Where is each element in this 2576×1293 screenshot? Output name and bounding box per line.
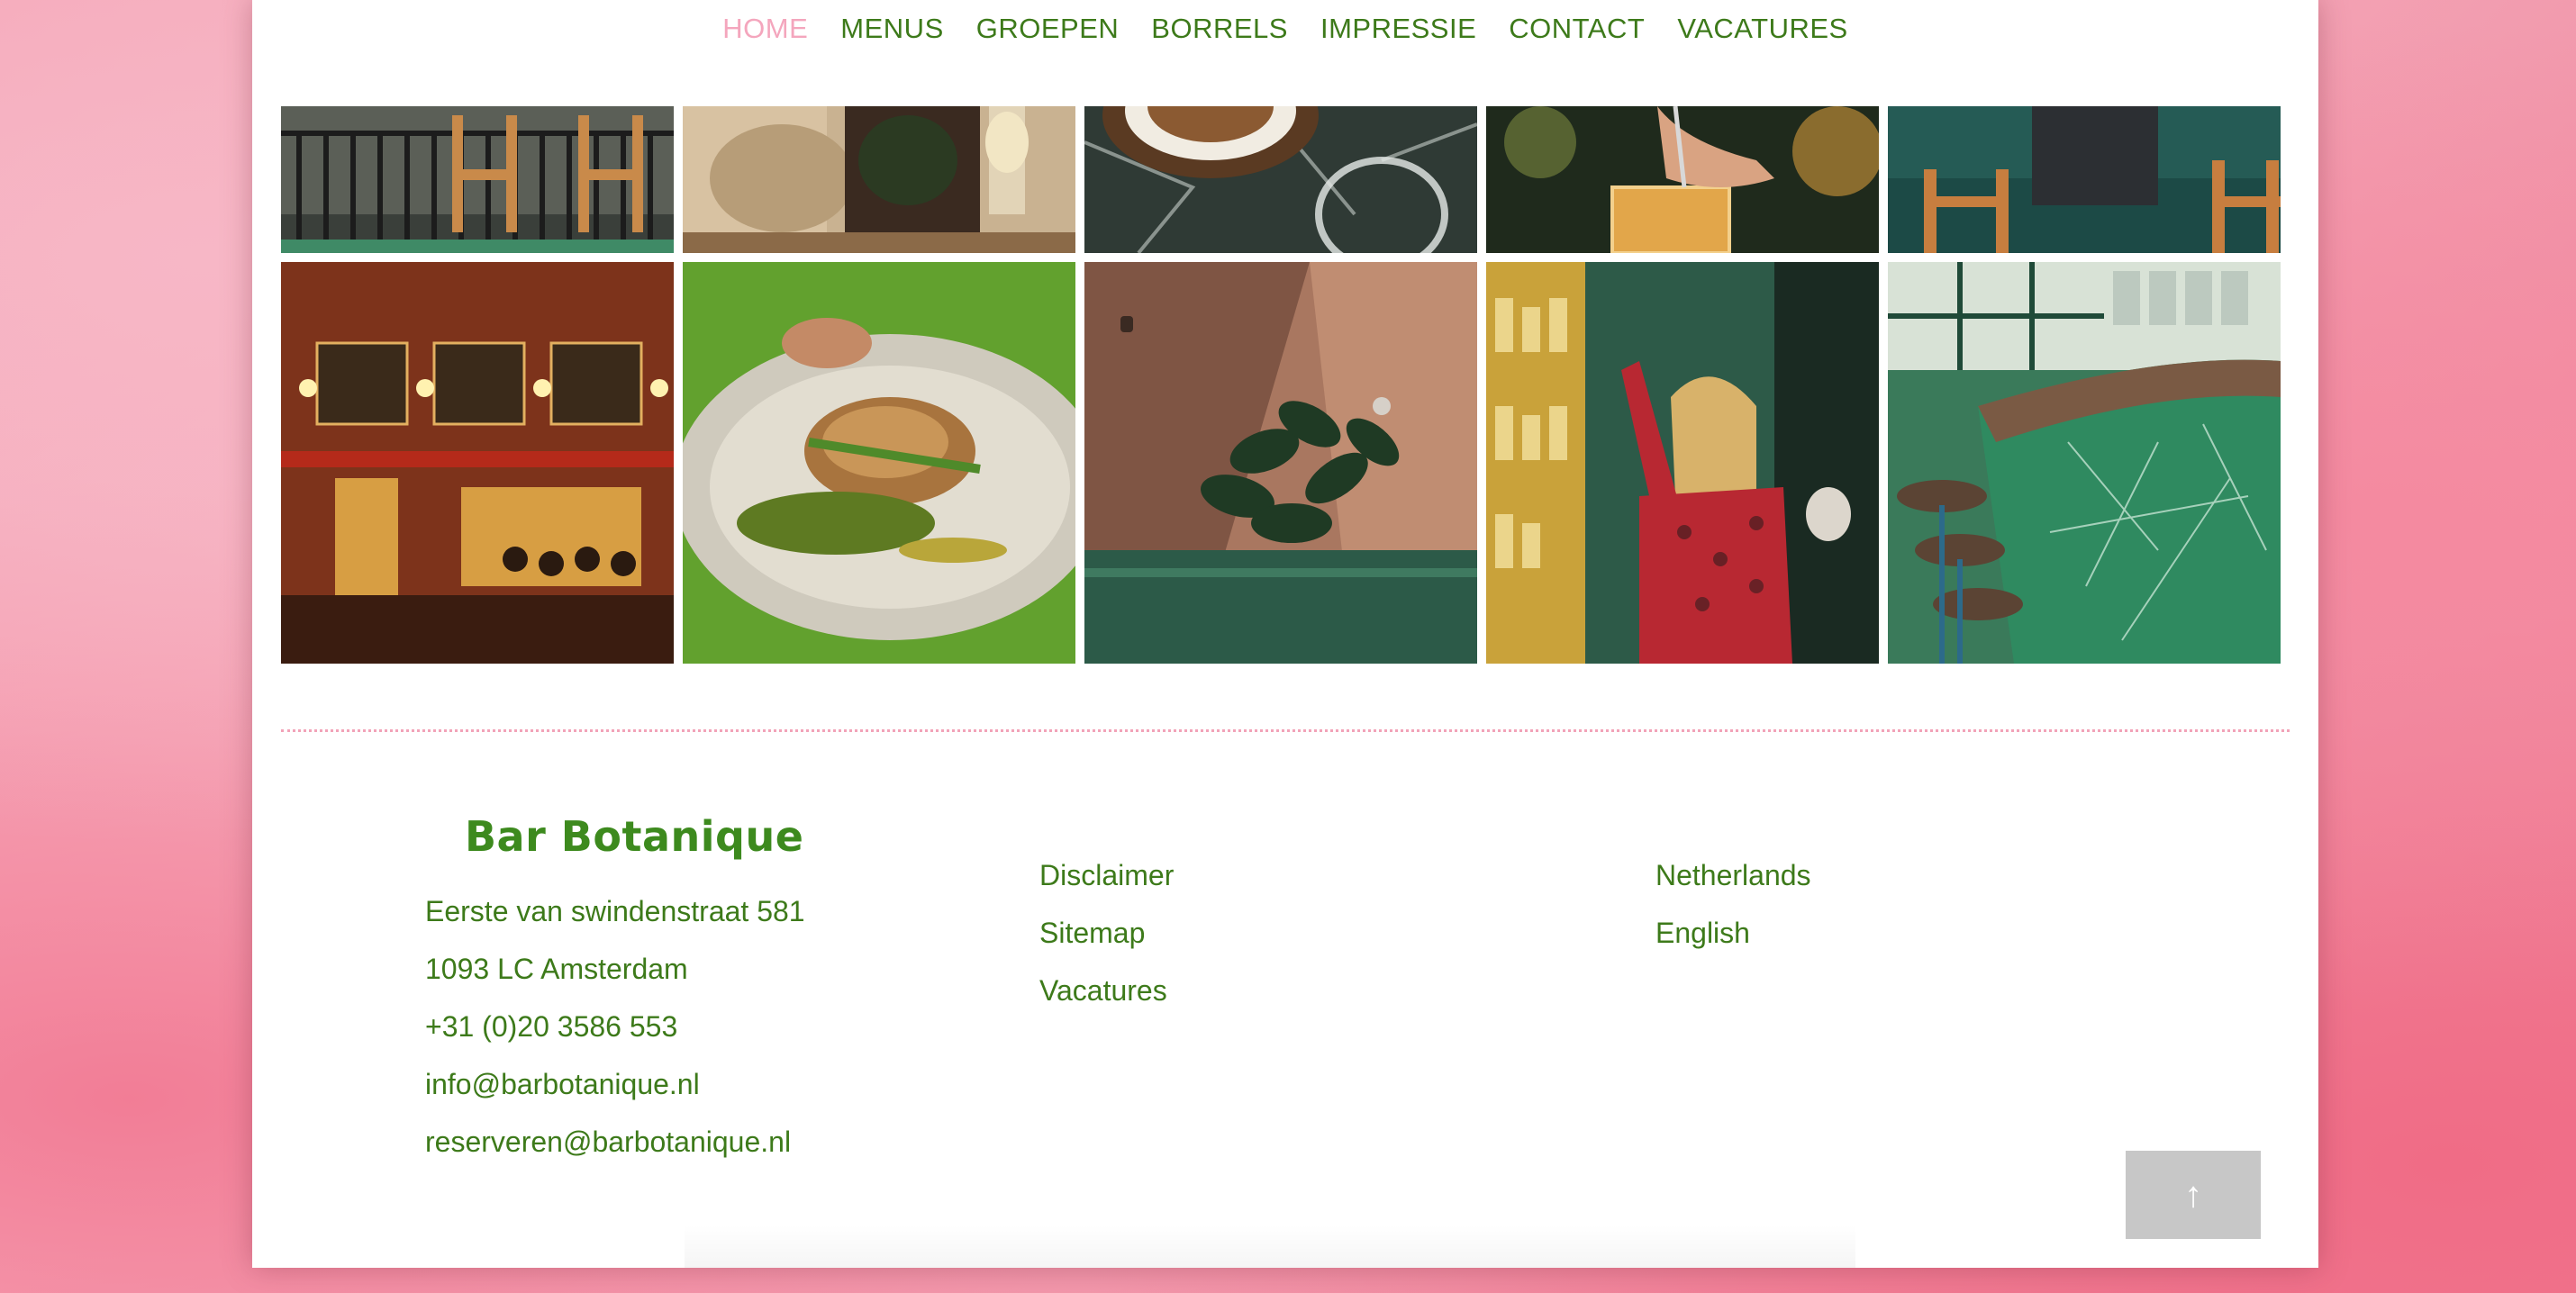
gallery-photo-cocktail[interactable] (1486, 106, 1879, 253)
photo-gallery (281, 106, 2290, 664)
gallery-photo-green-bar[interactable] (1888, 262, 2281, 664)
nav-impressie[interactable]: IMPRESSIE (1320, 13, 1476, 45)
nav-menus[interactable]: MENUS (840, 13, 943, 45)
footer-contact: Bar Botanique Eerste van swindenstraat 5… (425, 801, 805, 1171)
gallery-photo-bartender[interactable] (1486, 262, 1879, 664)
footer-divider (281, 729, 2290, 732)
nav-contact[interactable]: CONTACT (1509, 13, 1645, 45)
gallery-photo-plant-corner[interactable] (1084, 262, 1477, 664)
gallery-photo-dish[interactable] (683, 262, 1075, 664)
gallery-photo-wine-table[interactable] (683, 106, 1075, 253)
gallery-row (281, 106, 2290, 253)
footer-address-street: Eerste van swindenstraat 581 (425, 895, 805, 927)
gallery-photo-facade-night[interactable] (281, 262, 674, 664)
gallery-photo-terrace-chairs[interactable] (281, 106, 674, 253)
footer-address-city: 1093 LC Amsterdam (425, 953, 688, 985)
back-to-top-button[interactable]: ↑ (2126, 1151, 2261, 1239)
language-link-netherlands[interactable]: Netherlands (1655, 846, 1811, 904)
nav-vacatures[interactable]: VACATURES (1677, 13, 1847, 45)
nav-groepen[interactable]: GROEPEN (976, 13, 1120, 45)
gallery-photo-coffee-marble[interactable] (1084, 106, 1477, 253)
footer-email-link[interactable]: info@barbotanique.nl (425, 1055, 805, 1113)
arrow-up-icon: ↑ (2184, 1174, 2202, 1215)
footer-link-disclaimer[interactable]: Disclaimer (1039, 846, 1174, 904)
footer-link-vacatures[interactable]: Vacatures (1039, 962, 1174, 1019)
nav-home[interactable]: HOME (722, 13, 808, 45)
language-link-english[interactable]: English (1655, 904, 1811, 962)
footer-reservations-email-link[interactable]: reserveren@barbotanique.nl (425, 1113, 805, 1171)
bottom-shade (685, 1225, 1855, 1268)
gallery-photo-green-seating[interactable] (1888, 106, 2281, 253)
footer-link-sitemap[interactable]: Sitemap (1039, 904, 1174, 962)
gallery-row (281, 262, 2290, 664)
footer-links: Disclaimer Sitemap Vacatures (1039, 846, 1174, 1019)
footer-languages: Netherlands English (1655, 846, 1811, 962)
main-navigation: HOME MENUS GROEPEN BORRELS IMPRESSIE CON… (252, 0, 2318, 58)
page-container: HOME MENUS GROEPEN BORRELS IMPRESSIE CON… (252, 0, 2318, 1268)
nav-borrels[interactable]: BORRELS (1151, 13, 1288, 45)
footer-phone-link[interactable]: +31 (0)20 3586 553 (425, 998, 805, 1055)
footer-brand-title: Bar Botanique (465, 812, 804, 861)
